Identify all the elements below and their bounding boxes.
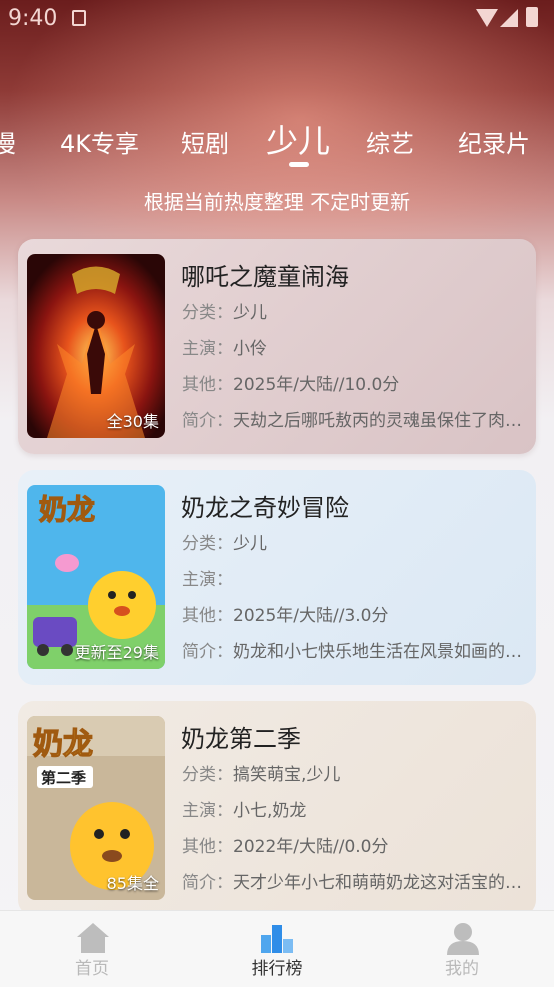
other-label: 其他： [182,375,233,395]
nav-ranking-label: 排行榜 [251,959,303,979]
episode-badge: 更新至29集 [74,643,159,662]
intro-label: 简介： [182,873,233,893]
item-cast: 主演：小伶 [182,334,527,359]
category-tabs: 漫 4K专享 短剧 少儿 综艺 纪录片 [0,110,554,170]
tab-short-drama[interactable]: 短剧 [181,124,229,159]
category-label: 分类： [182,303,233,323]
item-other: 其他：2025年/大陆//3.0分 [182,601,527,626]
item-intro: 简介：奶龙和小七快乐地生活在风景如画的小镇里 [182,637,527,662]
episode-badge: 85集全 [106,874,159,893]
item-intro: 简介：天劫之后哪吒敖丙的灵魂虽保住了肉身却很快会魂飞魄散 [182,406,527,431]
item-category: 分类：搞笑萌宝,少儿 [182,760,527,785]
tab-4k[interactable]: 4K专享 [60,124,139,159]
ranking-subtitle: 根据当前热度整理 不定时更新 [143,190,411,214]
intro-value: 天才少年小七和萌萌奶龙这对活宝的欢乐日常 [233,873,527,893]
battery-icon [526,7,538,27]
category-value: 少儿 [233,303,267,323]
item-cast: 主演： [182,565,527,590]
nav-profile-label: 我的 [445,959,479,979]
bottom-nav: 首页 排行榜 我的 [0,910,554,987]
other-value: 2022年/大陆//0.0分 [233,837,389,857]
item-title[interactable]: 哪吒之魔童闹海 [181,257,349,292]
item-category: 分类：少儿 [182,298,527,323]
tab-documentary[interactable]: 纪录片 [458,124,530,159]
poster-image[interactable]: 奶龙 更新至29集 [27,485,165,669]
svg-text:奶龙: 奶龙 [33,728,93,761]
home-icon [77,923,109,953]
category-value: 搞笑萌宝,少儿 [233,765,341,785]
list-item[interactable]: 第二季 奶龙 85集全 奶龙第二季 分类：搞笑萌宝,少儿 主演：小七,奶龙 其他… [18,701,536,916]
item-title[interactable]: 奶龙第二季 [181,719,301,754]
item-cast: 主演：小七,奶龙 [182,796,527,821]
cast-label: 主演： [182,801,233,821]
poster-image[interactable]: 全30集 [27,254,165,438]
list-item[interactable]: 全30集 哪吒之魔童闹海 分类：少儿 主演：小伶 其他：2025年/大陆//10… [18,239,536,454]
intro-label: 简介： [182,642,233,662]
signal-icon [500,9,518,27]
notification-icon [72,10,86,26]
category-label: 分类： [182,534,233,554]
status-bar: 9:40 [0,0,554,38]
category-value: 少儿 [233,534,267,554]
svg-text:奶龙: 奶龙 [39,494,95,525]
nav-ranking[interactable]: 排行榜 [217,911,337,987]
other-label: 其他： [182,837,233,857]
profile-icon [447,923,479,955]
cast-value: 小伶 [233,339,267,359]
category-label: 分类： [182,765,233,785]
active-tab-indicator [289,162,309,167]
episode-badge: 全30集 [106,412,159,431]
cast-label: 主演： [182,570,233,590]
cast-value: 小七,奶龙 [233,801,307,821]
nav-home-label: 首页 [75,959,109,979]
item-other: 其他：2022年/大陆//0.0分 [182,832,527,857]
tab-kids[interactable]: 少儿 [266,116,330,162]
nav-home[interactable]: 首页 [32,911,152,987]
other-label: 其他： [182,606,233,626]
intro-label: 简介： [182,411,233,431]
list-item[interactable]: 奶龙 更新至29集 奶龙之奇妙冒险 分类：少儿 主演： 其他：2025年/大陆/… [18,470,536,685]
tab-anime[interactable]: 漫 [0,124,16,159]
nav-profile[interactable]: 我的 [402,911,522,987]
item-category: 分类：少儿 [182,529,527,554]
intro-value: 天劫之后哪吒敖丙的灵魂虽保住了肉身却很快会魂飞魄散 [233,411,527,431]
item-title[interactable]: 奶龙之奇妙冒险 [181,488,349,523]
status-time: 9:40 [8,6,58,31]
poster-image[interactable]: 第二季 奶龙 85集全 [27,716,165,900]
cast-label: 主演： [182,339,233,359]
svg-text:第二季: 第二季 [41,769,86,787]
intro-value: 奶龙和小七快乐地生活在风景如画的小镇里 [233,642,527,662]
item-other: 其他：2025年/大陆//10.0分 [182,370,527,395]
item-intro: 简介：天才少年小七和萌萌奶龙这对活宝的欢乐日常 [182,868,527,893]
ranking-icon [261,925,293,953]
other-value: 2025年/大陆//3.0分 [233,606,389,626]
other-value: 2025年/大陆//10.0分 [233,375,400,395]
wifi-icon [476,9,498,27]
tab-variety[interactable]: 综艺 [366,124,414,159]
